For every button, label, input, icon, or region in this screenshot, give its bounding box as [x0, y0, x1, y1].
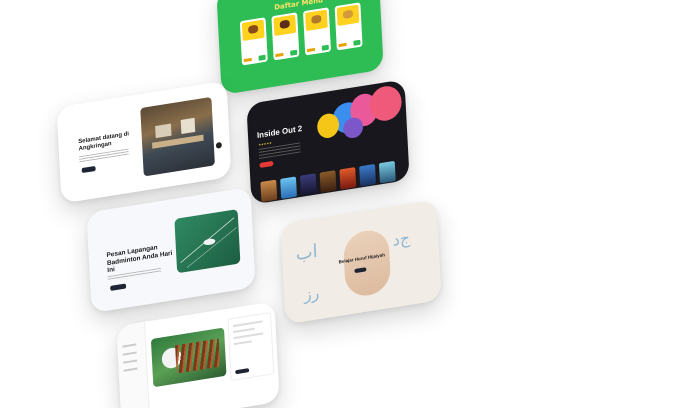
showcase-stage: Daftar Menu Inside Out 2 ★★★★★ Selamat d…: [0, 0, 693, 408]
sidebar-item[interactable]: [123, 367, 138, 372]
character-art: [342, 116, 364, 140]
character-art: [316, 112, 340, 140]
menu-item[interactable]: [239, 17, 268, 66]
order-panel: [227, 311, 275, 382]
hero-photo: [140, 96, 215, 177]
court-lines-icon: [180, 217, 237, 268]
badminton-website-card[interactable]: Pesan Lapangan Badminton Anda Hari Ini: [86, 186, 256, 314]
court-photo: [174, 209, 241, 274]
sate-dashboard-card[interactable]: [116, 301, 280, 408]
poster-thumb[interactable]: [359, 163, 377, 187]
menu-item[interactable]: [271, 12, 300, 61]
food-photo: [150, 327, 227, 388]
arabic-letter-art: ﺝﺩ: [392, 228, 411, 250]
menu-item[interactable]: [334, 2, 363, 51]
poster-thumb[interactable]: [280, 176, 297, 200]
rating-stars: ★★★★★: [258, 140, 272, 147]
hand-photo: [342, 227, 392, 299]
sidebar-item[interactable]: [123, 359, 138, 364]
arabic-letter-art: ﺭﺯ: [303, 282, 320, 305]
order-button[interactable]: [235, 368, 250, 375]
sidebar: [116, 321, 151, 408]
poster-thumb[interactable]: [319, 170, 337, 193]
sidebar-item[interactable]: [122, 351, 137, 356]
sidebar-item[interactable]: [122, 343, 137, 348]
hijaiyah-website-card[interactable]: ﺍﺏ ﺝﺩ ﺭﺯ Belajar Huruf Hijaiyah: [280, 199, 442, 325]
character-art: [369, 83, 403, 124]
hero-button[interactable]: [81, 165, 96, 174]
carousel-dot[interactable]: [215, 141, 222, 149]
hero-button[interactable]: [110, 283, 127, 291]
poster-thumb[interactable]: [299, 173, 317, 196]
poster-thumb[interactable]: [339, 167, 357, 190]
watch-button[interactable]: [259, 160, 274, 169]
poster-thumb[interactable]: [378, 160, 396, 184]
angkringan-website-card[interactable]: Selamat datang di Angkringan: [56, 80, 232, 204]
poster-thumb[interactable]: [260, 179, 278, 203]
arabic-letter-art: ﺍﺏ: [295, 240, 319, 266]
movie-website-card[interactable]: Inside Out 2 ★★★★★: [246, 79, 410, 205]
movie-title: Inside Out 2: [256, 123, 303, 141]
menu-website-card[interactable]: Daftar Menu: [216, 0, 384, 96]
menu-item[interactable]: [303, 7, 331, 56]
